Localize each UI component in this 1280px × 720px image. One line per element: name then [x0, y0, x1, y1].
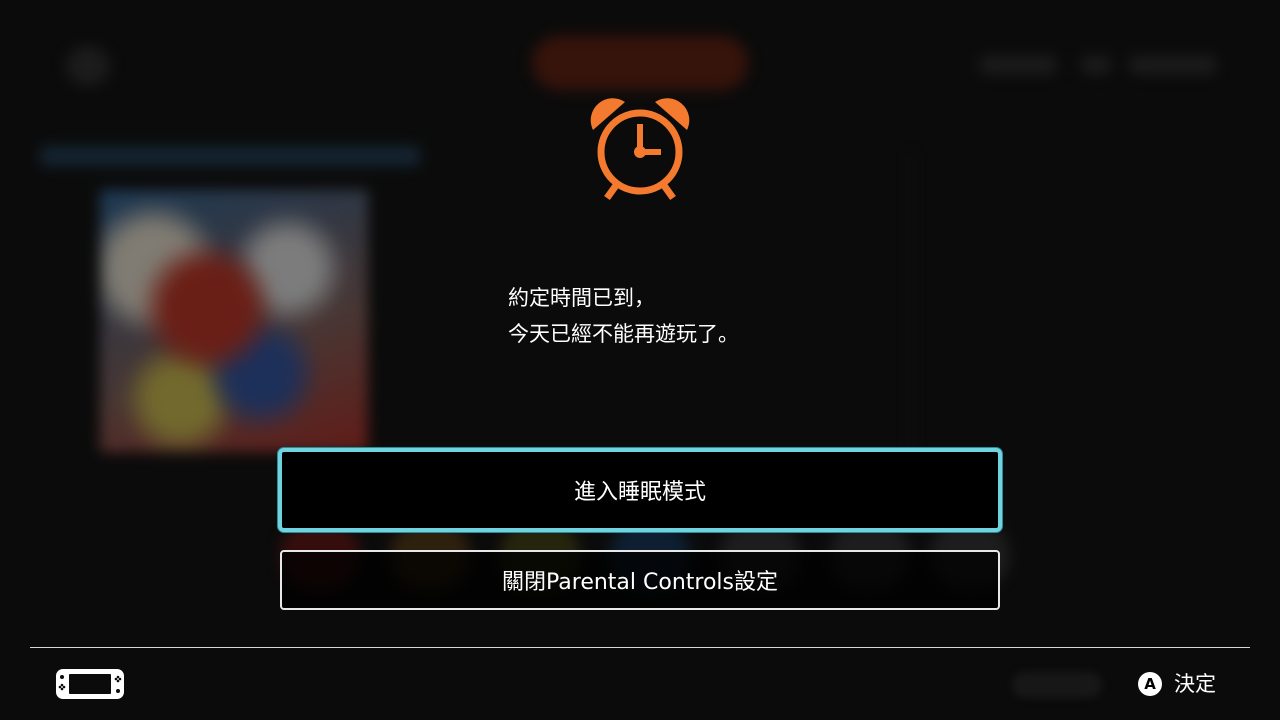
disable-parental-controls-label: 關閉Parental Controls設定: [502, 570, 778, 595]
sleep-mode-button[interactable]: 進入睡眠模式: [278, 448, 1002, 532]
a-button-icon: A: [1138, 672, 1162, 696]
time-limit-message: 約定時間已到， 今天已經不能再遊玩了。: [508, 280, 739, 352]
blurred-footer-hint: [1012, 672, 1102, 698]
background-game-art: [100, 190, 368, 452]
confirm-hint-label[interactable]: 決定: [1174, 670, 1216, 698]
disable-parental-controls-button[interactable]: 關閉Parental Controls設定: [280, 550, 1000, 610]
user-avatar: [66, 46, 110, 86]
background-divider: [910, 150, 912, 470]
sleep-mode-label: 進入睡眠模式: [573, 480, 706, 505]
background-game-title: [40, 146, 420, 166]
footer-divider: [30, 647, 1250, 648]
background-status-time: [980, 56, 1056, 74]
background-status-wifi: [1082, 56, 1110, 74]
message-line-1: 約定時間已到，: [508, 286, 655, 310]
handheld-console-icon: [55, 668, 125, 700]
message-line-2: 今天已經不能再遊玩了。: [508, 322, 739, 346]
background-status-battery: [1130, 56, 1216, 74]
background-header-pill: [532, 36, 748, 90]
alarm-clock-icon: [585, 96, 695, 206]
parental-controls-time-limit-screen: 約定時間已到， 今天已經不能再遊玩了。 進入睡眠模式 關閉Parental Co…: [0, 0, 1280, 720]
